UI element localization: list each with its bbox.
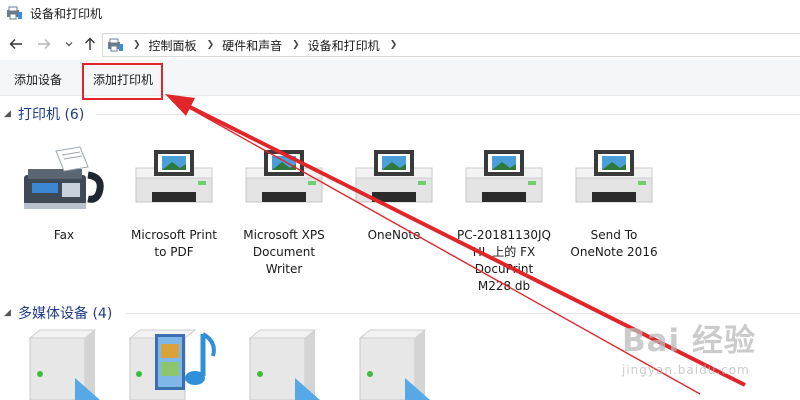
group-divider: [126, 313, 800, 314]
baidu-jingyan-watermark: Bai 经验 jingyan.baidu.com: [610, 315, 800, 385]
address-bar[interactable]: ❯ 控制面板 ❯ 硬件和声音 ❯ 设备和打印机 ❯: [102, 33, 800, 57]
printer-icon[interactable]: [352, 148, 436, 213]
breadcrumb-devices-printers[interactable]: 设备和打印机: [308, 37, 380, 54]
navigation-bar: ❯ 控制面板 ❯ 硬件和声音 ❯ 设备和打印机 ❯: [0, 30, 800, 58]
printer-label: PC-20181130JQ HL 上的 FX DocuPrint M228 db: [456, 228, 551, 293]
breadcrumb-separator-icon[interactable]: ❯: [390, 40, 398, 50]
printer-icon[interactable]: [462, 148, 546, 213]
devices-printers-location-icon: [108, 38, 123, 52]
title-bar: 设备和打印机: [0, 0, 800, 28]
breadcrumb-control-panel[interactable]: 控制面板: [149, 37, 197, 54]
media-server-icon[interactable]: [350, 328, 430, 400]
breadcrumb-separator-icon[interactable]: ❯: [207, 40, 215, 50]
devices-printers-app-icon: [7, 6, 22, 20]
printer-label: Microsoft Print to PDF: [130, 228, 218, 259]
group-title-printers: 打印机 (6): [18, 107, 85, 123]
add-device-button[interactable]: 添加设备: [14, 71, 62, 88]
watermark-url: jingyan.baidu.com: [622, 363, 750, 377]
up-arrow-icon[interactable]: [82, 36, 98, 52]
printer-label: Send To OneNote 2016: [570, 228, 658, 259]
media-server-icon[interactable]: [20, 328, 100, 400]
printer-icon[interactable]: [132, 148, 216, 213]
collapse-chevron-icon[interactable]: ◢: [4, 308, 11, 318]
printer-label: Fax: [53, 228, 75, 242]
annotation-highlight-box: [82, 63, 163, 100]
fax-icon[interactable]: [18, 145, 108, 218]
breadcrumb-hardware-sound[interactable]: 硬件和声音: [222, 37, 282, 54]
collapse-chevron-icon[interactable]: ◢: [4, 109, 11, 119]
printer-label: OneNote: [367, 228, 421, 242]
breadcrumb-separator-icon[interactable]: ❯: [292, 40, 300, 50]
group-header-printers[interactable]: ◢ 打印机 (6): [0, 103, 800, 125]
printer-icon[interactable]: [572, 148, 656, 213]
media-server-icon[interactable]: [240, 328, 320, 400]
forward-arrow-icon[interactable]: [36, 36, 52, 52]
media-library-icon[interactable]: [125, 328, 225, 400]
chevron-down-icon[interactable]: [61, 36, 77, 52]
printer-label: Microsoft XPS Document Writer: [243, 228, 325, 276]
group-divider: [96, 114, 800, 115]
group-title-multimedia: 多媒体设备 (4): [18, 306, 113, 322]
printer-icon[interactable]: [242, 148, 326, 213]
back-arrow-icon[interactable]: [8, 36, 24, 52]
window-title: 设备和打印机: [30, 7, 103, 21]
breadcrumb-separator-icon[interactable]: ❯: [133, 40, 141, 50]
watermark-logo-text: Bai 经验: [622, 323, 756, 359]
